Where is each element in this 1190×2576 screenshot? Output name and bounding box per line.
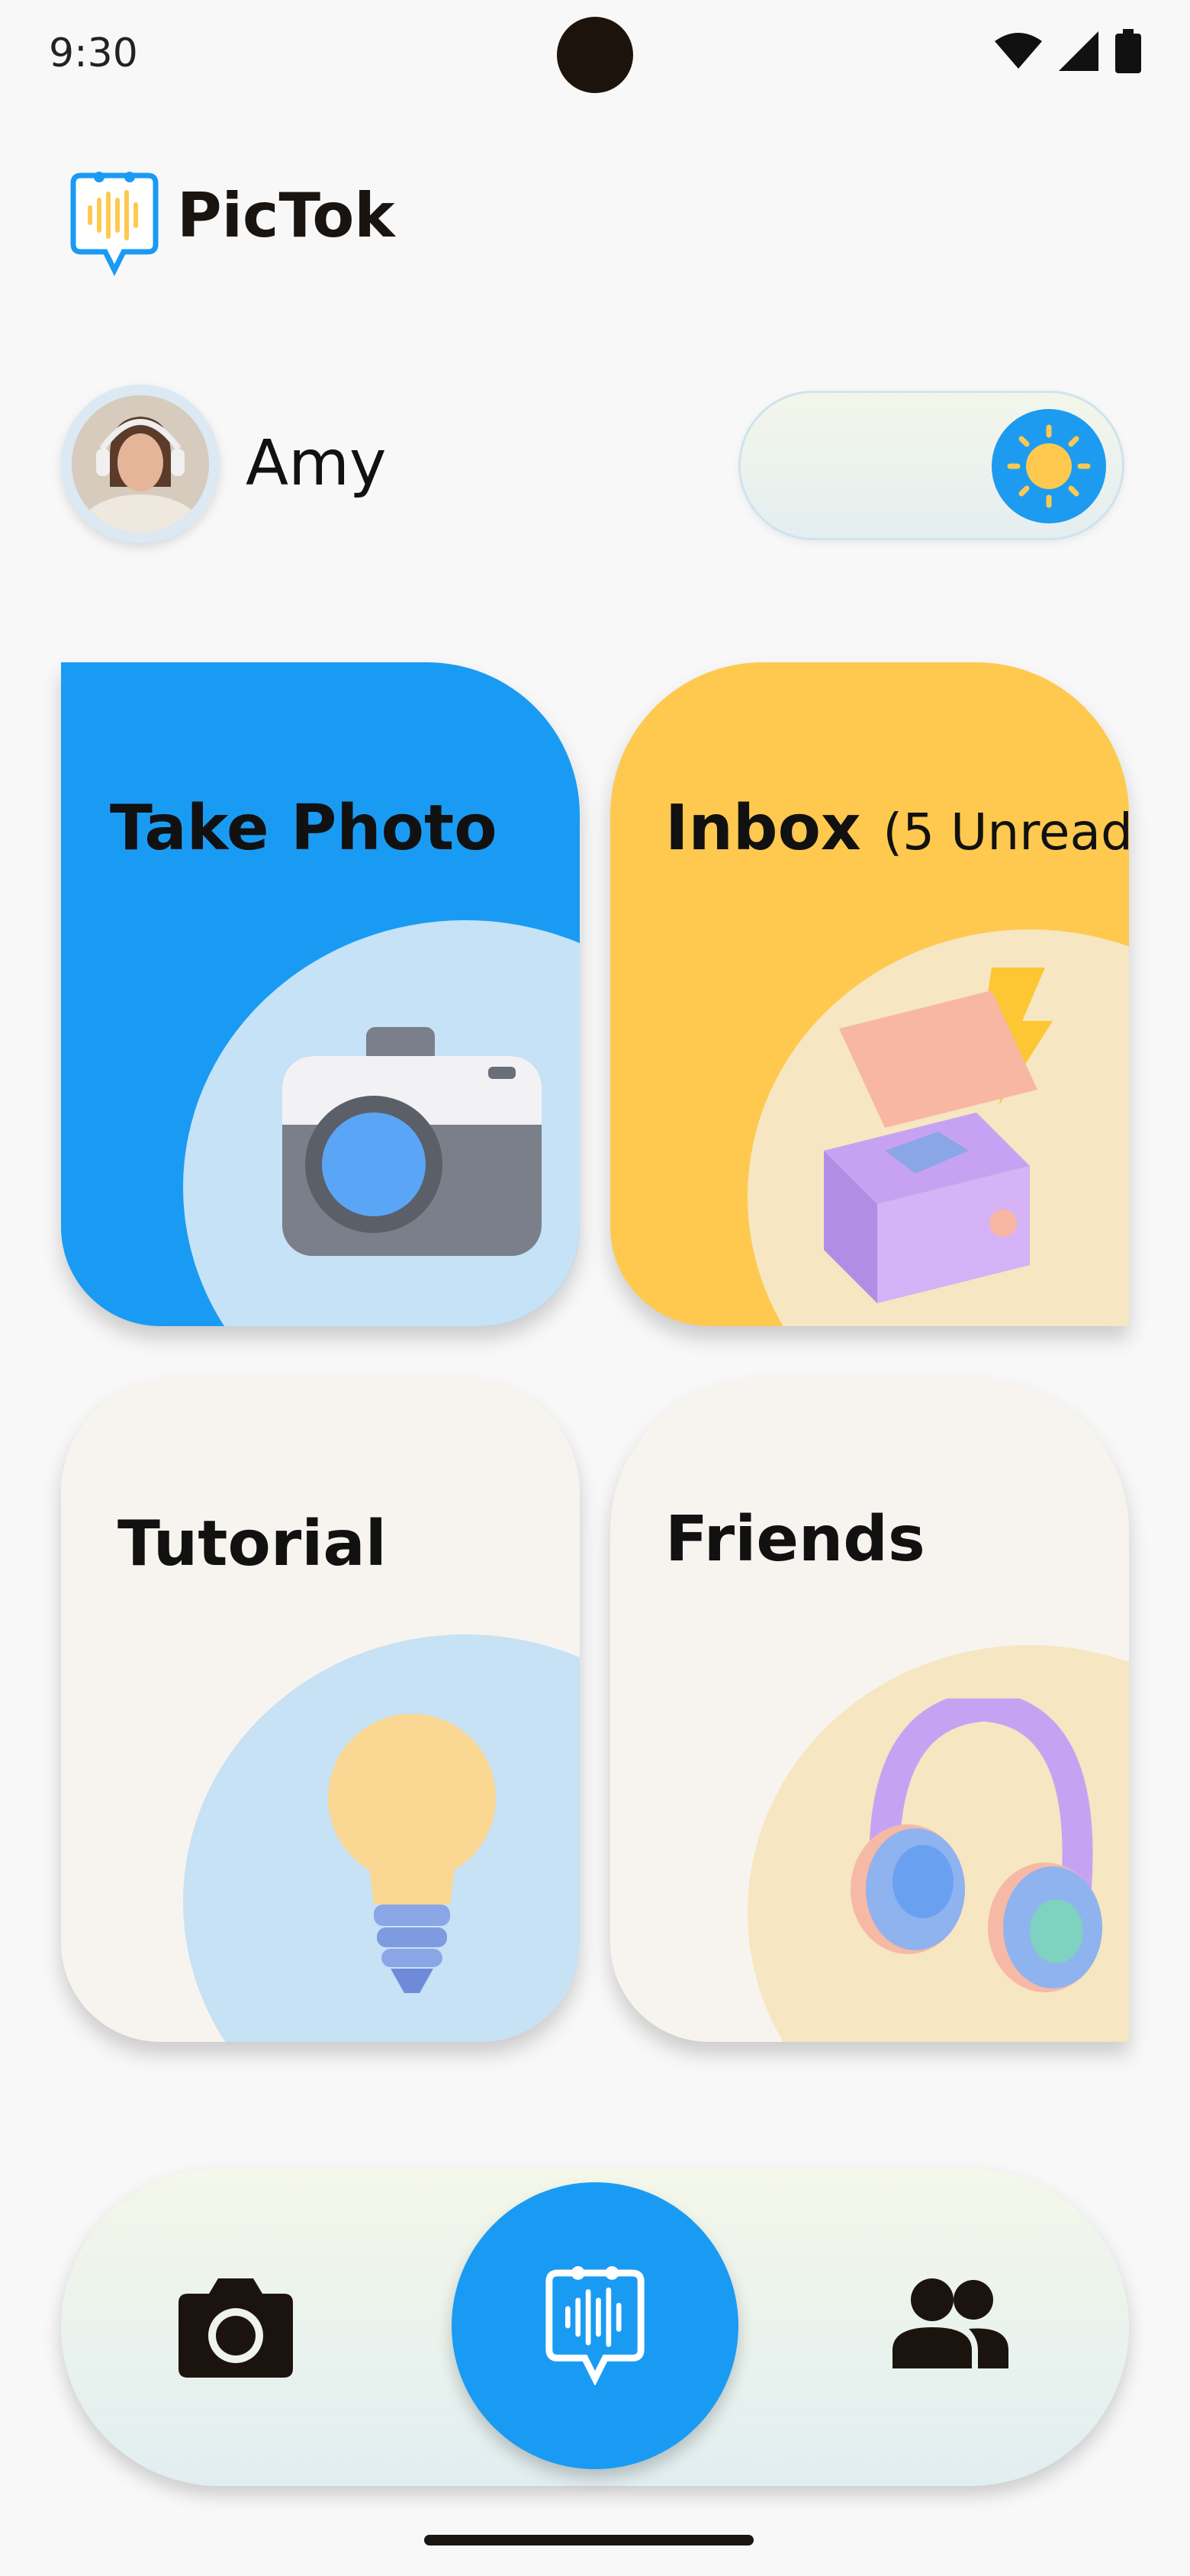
status-time: 9:30 [49,31,138,76]
wifi-icon [995,33,1042,69]
camera-illustration [282,1027,542,1256]
camera-icon[interactable] [178,2278,293,2378]
camera-cutout [557,17,633,93]
friends-icon[interactable] [892,2277,1008,2368]
pictok-voice-icon [545,2266,645,2385]
toggle-knob [992,409,1106,523]
headphones-illustration [851,1699,1102,1992]
theme-toggle[interactable] [738,391,1124,540]
tutorial-card[interactable]: Tutorial [61,1378,580,2042]
pictok-logo-icon [70,172,159,276]
card-title: Inbox (5 Unread) [665,792,1129,865]
battery-icon [1115,29,1141,73]
pictok-voice-button[interactable] [452,2182,738,2469]
avatar[interactable] [61,385,220,543]
card-title: Take Photo [110,792,497,865]
inbox-card[interactable]: Inbox (5 Unread) [610,662,1129,1326]
friends-card[interactable]: Friends [610,1378,1129,2042]
home-indicator[interactable] [424,2535,754,2545]
lightbulb-illustration [328,1714,496,1993]
take-photo-card[interactable]: Take Photo [61,662,580,1326]
app-title: PicTok [177,180,395,251]
card-title: Tutorial [117,1508,387,1580]
unread-count: (5 Unread) [883,803,1129,861]
avatar-photo [72,395,209,533]
status-icons [995,29,1141,73]
sun-icon [1007,424,1091,508]
card-title: Friends [665,1503,925,1576]
user-name: Amy [246,427,387,500]
inbox-title: Inbox [665,792,861,865]
gift-box-illustration [824,968,1053,1303]
signal-icon [1059,31,1098,71]
